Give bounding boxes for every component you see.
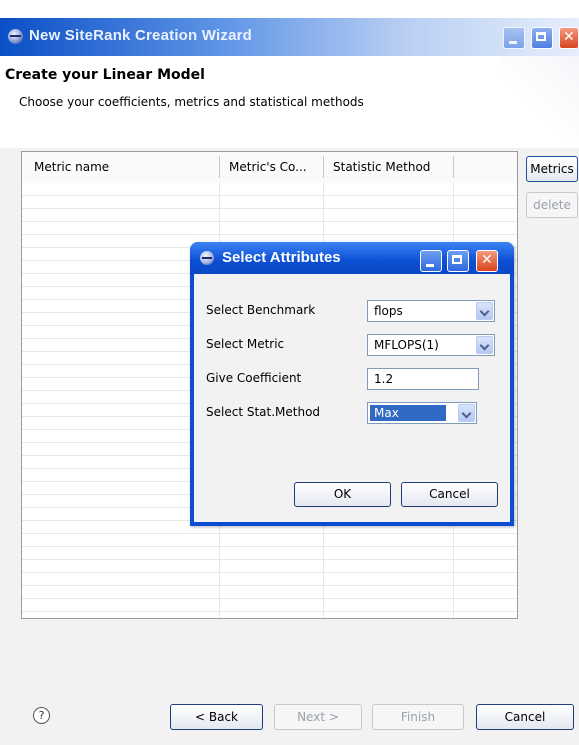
close-window-button[interactable] — [559, 27, 579, 49]
column-header-metric-coefficient[interactable]: Metric's Co... — [229, 160, 307, 174]
coefficient-input-value: 1.2 — [374, 372, 394, 386]
benchmark-select-value: flops — [374, 304, 403, 318]
chevron-down-icon[interactable] — [458, 404, 475, 422]
cancel-button[interactable]: Cancel — [476, 704, 574, 730]
finish-button[interactable]: Finish — [372, 704, 464, 730]
stat-method-label: Select Stat.Method — [206, 405, 321, 419]
column-divider[interactable] — [453, 156, 454, 178]
next-button[interactable]: Next > — [274, 704, 362, 730]
chevron-down-icon[interactable] — [476, 336, 493, 354]
table-header: Metric name Metric's Co... Statistic Met… — [22, 152, 517, 184]
coefficient-input[interactable]: 1.2 — [367, 368, 479, 390]
wizard-window-title: New SiteRank Creation Wizard — [29, 27, 253, 44]
coefficient-label: Give Coefficient — [206, 371, 302, 385]
page-title: Create your Linear Model — [5, 67, 205, 83]
eclipse-app-icon — [200, 251, 214, 265]
delete-button[interactable]: delete — [526, 192, 578, 218]
metric-label: Select Metric — [206, 337, 285, 351]
minimize-window-button[interactable] — [503, 27, 525, 49]
metrics-button[interactable]: Metrics — [526, 156, 578, 182]
metric-select-value: MFLOPS(1) — [374, 338, 439, 352]
dialog-close-button[interactable] — [476, 250, 498, 272]
eclipse-app-icon — [8, 29, 23, 44]
dialog-minimize-button[interactable] — [420, 250, 442, 272]
wizard-header: Create your Linear Model Choose your coe… — [0, 56, 579, 149]
wizard-title-bar[interactable]: New SiteRank Creation Wizard — [0, 18, 579, 56]
column-divider[interactable] — [219, 156, 220, 178]
stat-method-select[interactable]: Max — [367, 402, 477, 424]
chevron-down-icon[interactable] — [476, 302, 493, 320]
dialog-title: Select Attributes — [222, 249, 341, 266]
column-header-statistic-method[interactable]: Statistic Method — [333, 160, 430, 174]
ok-button[interactable]: OK — [294, 482, 391, 507]
select-attributes-dialog[interactable]: Select Attributes Select Benchmark flops… — [190, 242, 514, 526]
dialog-cancel-button[interactable]: Cancel — [401, 482, 498, 507]
metric-select[interactable]: MFLOPS(1) — [367, 334, 495, 356]
maximize-window-button[interactable] — [531, 27, 553, 49]
column-header-metric-name[interactable]: Metric name — [34, 160, 109, 174]
header-banner-graphic — [499, 56, 579, 148]
column-divider[interactable] — [323, 156, 324, 178]
benchmark-label: Select Benchmark — [206, 303, 316, 317]
benchmark-select[interactable]: flops — [367, 300, 495, 322]
dialog-title-bar[interactable]: Select Attributes — [190, 242, 514, 274]
page-description: Choose your coefficients, metrics and st… — [19, 95, 364, 109]
dialog-maximize-button[interactable] — [447, 250, 469, 272]
back-button[interactable]: < Back — [170, 704, 263, 730]
help-icon[interactable]: ? — [33, 707, 50, 724]
stat-method-select-value: Max — [370, 405, 446, 421]
dialog-body: Select Benchmark flops Select Metric MFL… — [194, 274, 510, 522]
